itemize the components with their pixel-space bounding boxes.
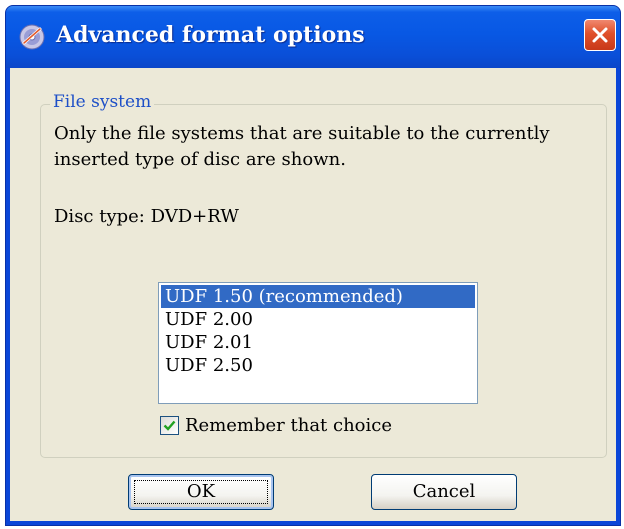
remember-choice-checkbox[interactable] xyxy=(160,416,179,435)
list-item[interactable]: UDF 2.50 xyxy=(161,354,475,377)
cancel-button-label: Cancel xyxy=(412,481,476,502)
file-system-description: Only the file systems that are suitable … xyxy=(54,123,550,170)
close-icon xyxy=(592,27,608,43)
file-system-legend: File system xyxy=(50,92,155,112)
disc-type-label: Disc type: DVD+RW xyxy=(54,206,239,227)
list-item[interactable]: UDF 1.50 (recommended) xyxy=(161,285,475,308)
dialog-title: Advanced format options xyxy=(56,22,365,48)
file-system-listbox[interactable]: UDF 1.50 (recommended) UDF 2.00 UDF 2.01… xyxy=(158,282,478,404)
cancel-button[interactable]: Cancel xyxy=(371,474,517,510)
focus-rectangle xyxy=(134,480,268,504)
list-item[interactable]: UDF 2.00 xyxy=(161,308,475,331)
remember-choice-label[interactable]: Remember that choice xyxy=(185,415,392,436)
close-button[interactable] xyxy=(584,19,616,51)
dialog-window: Advanced format options File system Only… xyxy=(5,5,621,526)
list-item[interactable]: UDF 2.01 xyxy=(161,331,475,354)
dialog-body: File system Only the file systems that a… xyxy=(10,68,616,521)
title-bar[interactable]: Advanced format options xyxy=(6,6,620,68)
disc-burner-icon xyxy=(18,23,46,51)
ok-button[interactable]: OK xyxy=(128,474,274,510)
checkmark-icon xyxy=(163,420,176,431)
